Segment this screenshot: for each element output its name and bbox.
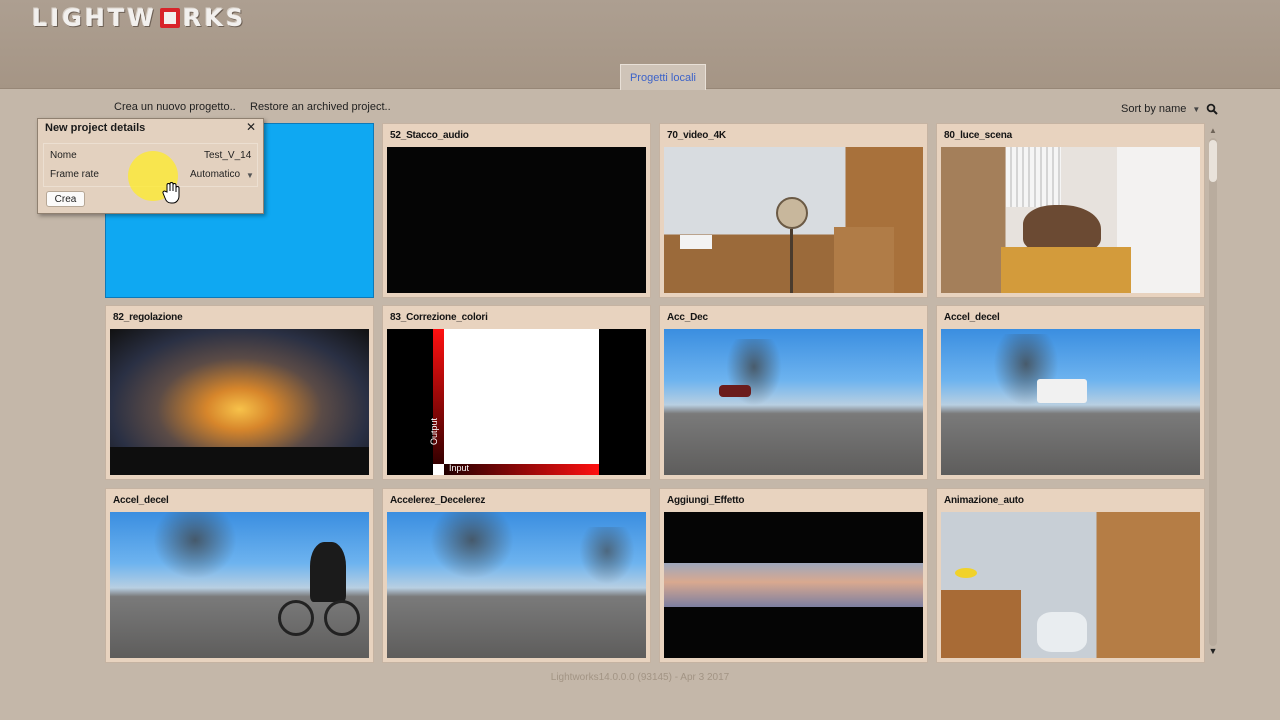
project-thumbnail: Input Output <box>387 329 646 475</box>
curve-input-label: Input <box>449 463 470 473</box>
project-tile[interactable]: Acc_Dec <box>659 305 928 480</box>
project-title: 83_Correzione_colori <box>390 312 488 323</box>
chevron-down-icon: ▼ <box>1192 104 1201 114</box>
project-title: Accel_decel <box>113 495 169 506</box>
project-tile[interactable]: Aggiungi_Effetto <box>659 488 928 663</box>
new-project-link[interactable]: Crea un nuovo progetto.. <box>114 101 236 113</box>
project-tile[interactable]: 83_Correzione_colori Input Output <box>382 305 651 480</box>
frame-rate-label: Frame rate <box>50 169 99 180</box>
dialog-title: New project details <box>45 122 146 134</box>
project-thumbnail <box>664 147 923 293</box>
name-field[interactable]: Test_V_14 <box>204 150 251 161</box>
scroll-track[interactable] <box>1209 138 1217 646</box>
sort-dropdown[interactable]: Sort by name ▼ <box>1121 103 1200 115</box>
hand-cursor-icon <box>162 182 180 204</box>
project-thumbnail <box>941 329 1200 475</box>
tab-progetti-locali[interactable]: Progetti locali <box>620 64 706 90</box>
project-tile[interactable]: 82_regolazione <box>105 305 374 480</box>
project-thumbnail <box>387 147 646 293</box>
sort-label: Sort by name <box>1121 103 1187 115</box>
project-thumbnail <box>664 329 923 475</box>
project-title: Accel_decel <box>944 312 1000 323</box>
project-grid: 52_Stacco_audio 70_video_4K 80_luce_scen… <box>105 123 1205 663</box>
scroll-down-icon[interactable]: ▼ <box>1207 646 1219 658</box>
close-icon[interactable]: ✕ <box>245 121 257 133</box>
version-label: Lightworks14.0.0.0 (93145) - Apr 3 2017 <box>550 672 730 683</box>
curve-output-label: Output <box>429 417 439 445</box>
project-title: 52_Stacco_audio <box>390 130 469 141</box>
project-tile[interactable]: 80_luce_scena <box>936 123 1205 298</box>
logo-o-mark <box>159 8 180 28</box>
project-thumbnail <box>110 512 369 658</box>
project-title: Accelerez_Decelerez <box>390 495 486 506</box>
project-title: 82_regolazione <box>113 312 183 323</box>
project-tile[interactable]: Accelerez_Decelerez <box>382 488 651 663</box>
create-button[interactable]: Crea <box>46 191 85 207</box>
project-title: Acc_Dec <box>667 312 708 323</box>
project-title: 80_luce_scena <box>944 130 1013 141</box>
project-title: Aggiungi_Effetto <box>667 495 745 506</box>
project-thumbnail <box>110 329 369 475</box>
vertical-scrollbar[interactable]: ▲ ▼ <box>1207 126 1219 660</box>
project-thumbnail <box>387 512 646 658</box>
scroll-up-icon[interactable]: ▲ <box>1207 126 1219 136</box>
project-tile[interactable]: Accel_decel <box>936 305 1205 480</box>
name-label: Nome <box>50 150 77 161</box>
project-thumbnail <box>664 512 923 658</box>
lightworks-logo: LIGHTW RKS <box>32 4 247 32</box>
project-thumbnail <box>941 512 1200 658</box>
search-icon[interactable] <box>1206 103 1218 115</box>
project-tile[interactable]: 70_video_4K <box>659 123 928 298</box>
project-title: 70_video_4K <box>667 130 726 141</box>
project-title: Animazione_auto <box>944 495 1024 506</box>
project-tile[interactable]: Animazione_auto <box>936 488 1205 663</box>
project-tile[interactable]: Accel_decel <box>105 488 374 663</box>
project-tile[interactable]: 52_Stacco_audio <box>382 123 651 298</box>
project-thumbnail <box>941 147 1200 293</box>
chevron-down-icon: ▼ <box>246 171 254 180</box>
app-header: LIGHTW RKS Progetti locali <box>0 0 1280 90</box>
scroll-thumb[interactable] <box>1209 140 1217 182</box>
restore-archive-link[interactable]: Restore an archived project.. <box>250 101 391 113</box>
frame-rate-dropdown[interactable]: Automatico <box>190 169 240 180</box>
